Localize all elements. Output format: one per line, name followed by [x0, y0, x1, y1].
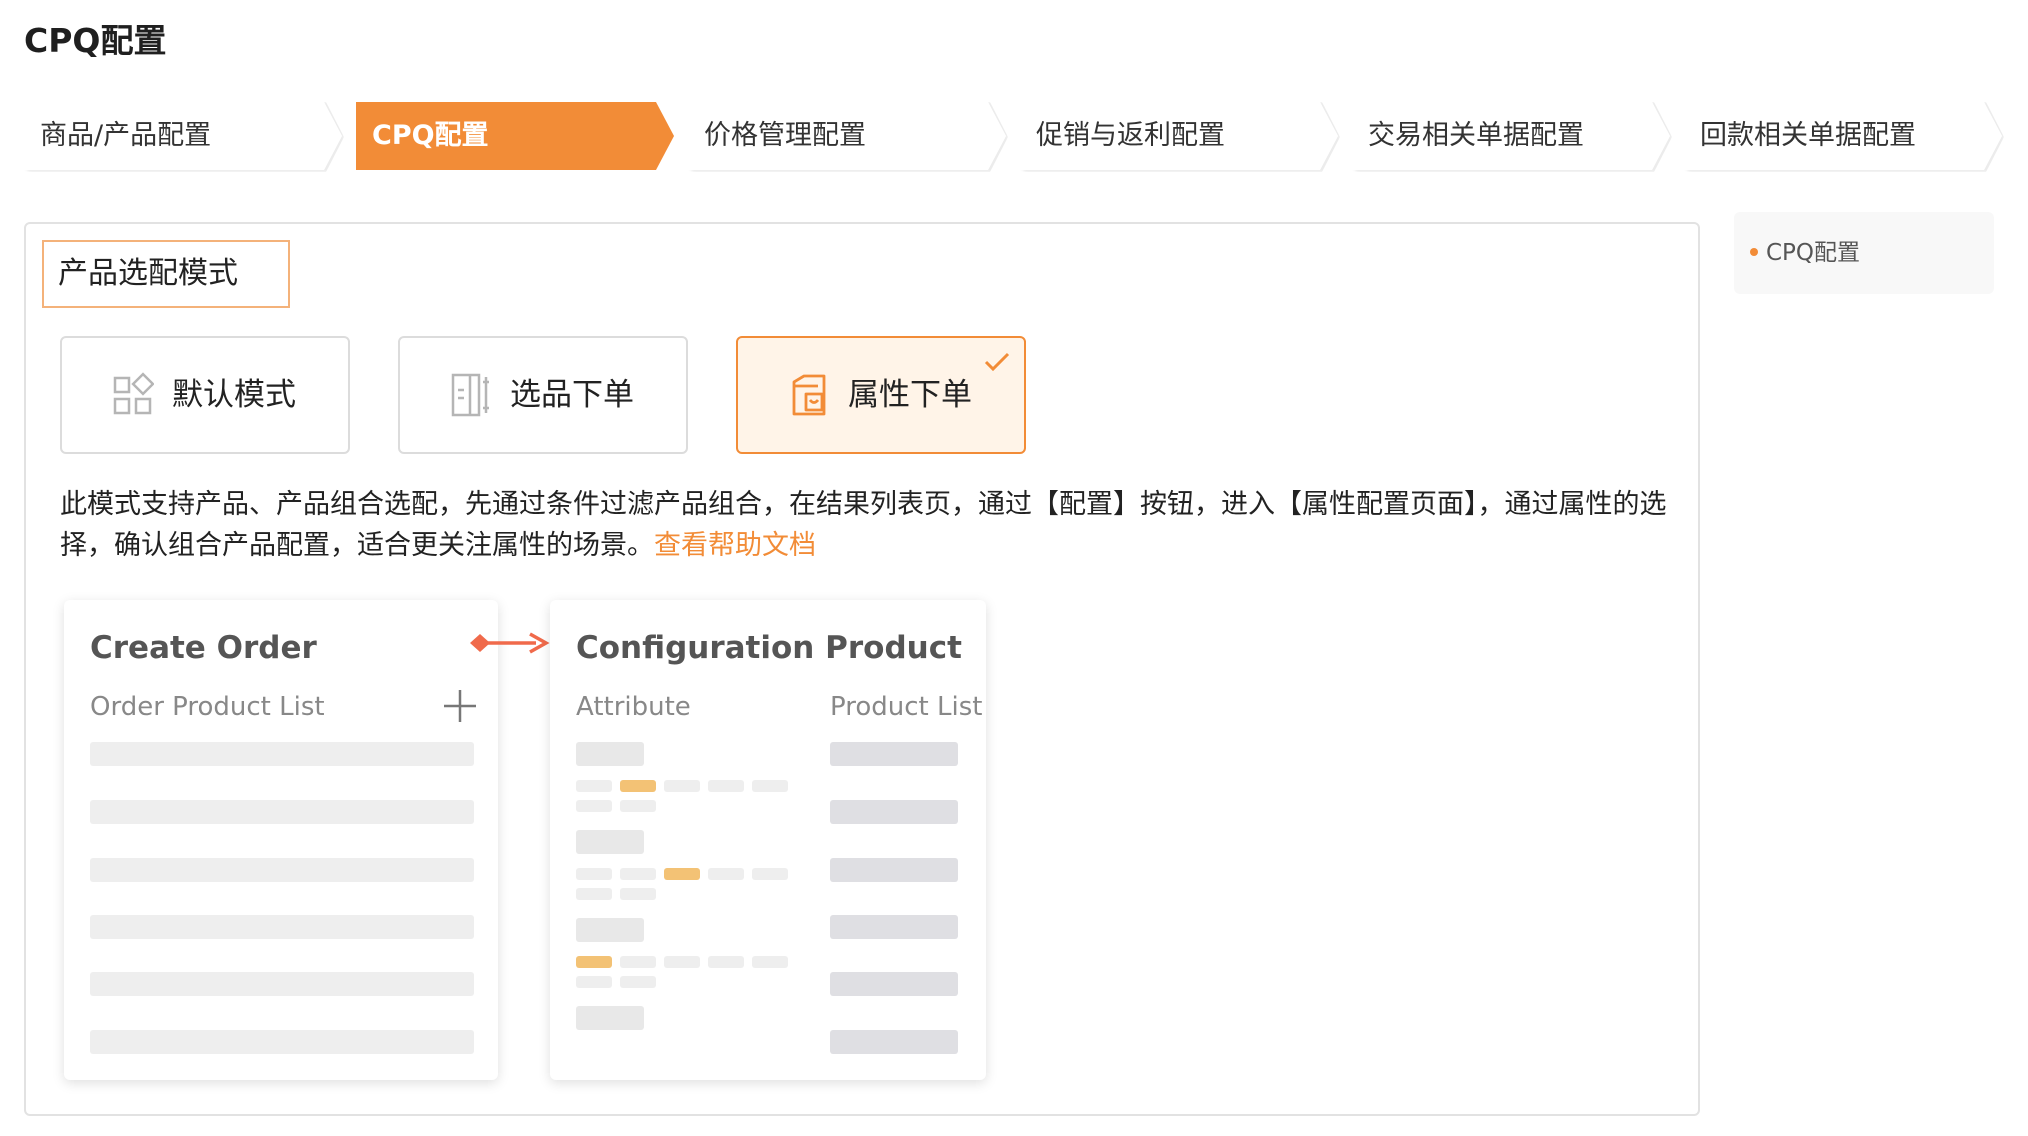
illustration-attribute-label: Attribute: [576, 692, 691, 722]
placeholder-chip: [576, 800, 612, 812]
placeholder-chip: [620, 868, 656, 880]
mode-option-select-product[interactable]: 选品下单: [398, 336, 688, 454]
placeholder-chip-selected: [576, 956, 612, 968]
placeholder-chip: [664, 956, 700, 968]
mode-description: 此模式支持产品、产品组合选配，先通过条件过滤产品组合，在结果列表页，通过【配置】…: [60, 484, 1680, 566]
mode-option-default[interactable]: 默认模式: [60, 336, 350, 454]
mode-option-attribute-order[interactable]: 属性下单: [736, 336, 1026, 454]
cart-icon: [792, 374, 826, 416]
step-tab-cpq-config[interactable]: CPQ配置: [356, 102, 674, 170]
placeholder-attribute: [576, 830, 644, 854]
placeholder-chip: [620, 956, 656, 968]
description-text: 此模式支持产品、产品组合选配，先通过条件过滤产品组合，在结果列表页，通过【配置】…: [60, 489, 1667, 561]
illustration-subtitle: Order Product List: [90, 692, 325, 722]
placeholder-product: [830, 972, 958, 996]
step-tab-label: 价格管理配置: [704, 120, 866, 151]
step-tab-price-config[interactable]: 价格管理配置: [688, 102, 1006, 170]
step-tab-product-config[interactable]: 商品/产品配置: [24, 102, 342, 170]
placeholder-chip: [576, 976, 612, 988]
mode-label: 选品下单: [510, 377, 634, 413]
illustration-title: Create Order: [90, 630, 317, 666]
placeholder-chip-selected: [664, 868, 700, 880]
illustration-product-list-label: Product List: [830, 692, 983, 722]
step-tab-label: 回款相关单据配置: [1700, 120, 1916, 151]
placeholder-chip: [752, 780, 788, 792]
placeholder-chip: [620, 800, 656, 812]
placeholder-chip: [576, 888, 612, 900]
placeholder-chip: [752, 868, 788, 880]
illustration-configuration-card: Configuration Product Attribute Product …: [550, 600, 986, 1080]
placeholder-row: [90, 858, 474, 882]
anchor-item-label: CPQ配置: [1766, 240, 1861, 266]
placeholder-product: [830, 742, 958, 766]
placeholder-chip: [752, 956, 788, 968]
section-title: 产品选配模式: [42, 240, 290, 308]
placeholder-chip: [620, 888, 656, 900]
placeholder-chip: [620, 976, 656, 988]
anchor-item-cpq-config[interactable]: CPQ配置: [1750, 212, 1860, 294]
placeholder-row: [90, 1030, 474, 1054]
placeholder-chip: [664, 780, 700, 792]
step-tab-label: 交易相关单据配置: [1368, 120, 1584, 151]
placeholder-product: [830, 858, 958, 882]
anchor-navigation: CPQ配置: [1734, 212, 1994, 294]
placeholder-chip: [708, 956, 744, 968]
placeholder-chip-selected: [620, 780, 656, 792]
plus-icon: [444, 690, 476, 722]
placeholder-row: [90, 915, 474, 939]
placeholder-row: [90, 742, 474, 766]
placeholder-row: [90, 800, 474, 824]
placeholder-row: [90, 972, 474, 996]
placeholder-product: [830, 800, 958, 824]
illustration-create-order-card: Create Order Order Product List: [64, 600, 498, 1080]
placeholder-chip: [708, 868, 744, 880]
placeholder-chip: [576, 780, 612, 792]
config-card: 产品选配模式 默认模式 选品下单 属性下单 此模式支持产品、产品组合选配，先通过…: [24, 222, 1700, 1116]
placeholder-chip: [708, 780, 744, 792]
placeholder-product: [830, 1030, 958, 1054]
list-panel-icon: [451, 373, 489, 417]
anchor-dot-icon: [1750, 247, 1758, 256]
double-arrow-icon: [470, 632, 550, 654]
step-tab-label: 商品/产品配置: [40, 120, 212, 151]
step-tab-promotion-config[interactable]: 促销与返利配置: [1020, 102, 1338, 170]
placeholder-attribute: [576, 1006, 644, 1030]
step-tab-payment-config[interactable]: 回款相关单据配置: [1684, 102, 2002, 170]
help-doc-link[interactable]: 查看帮助文档: [654, 530, 816, 561]
placeholder-attribute: [576, 742, 644, 766]
placeholder-chip: [576, 868, 612, 880]
mode-label: 属性下单: [848, 377, 972, 413]
mode-label: 默认模式: [172, 377, 296, 413]
step-tab-label: 促销与返利配置: [1036, 120, 1225, 151]
page-title: CPQ配置: [24, 21, 167, 60]
step-tab-label: CPQ配置: [372, 120, 489, 151]
illustration-title: Configuration Product: [576, 630, 962, 666]
step-tab-transaction-config[interactable]: 交易相关单据配置: [1352, 102, 1670, 170]
grid-icon: [113, 372, 154, 415]
placeholder-attribute: [576, 918, 644, 942]
placeholder-product: [830, 915, 958, 939]
check-icon: [984, 352, 1010, 372]
